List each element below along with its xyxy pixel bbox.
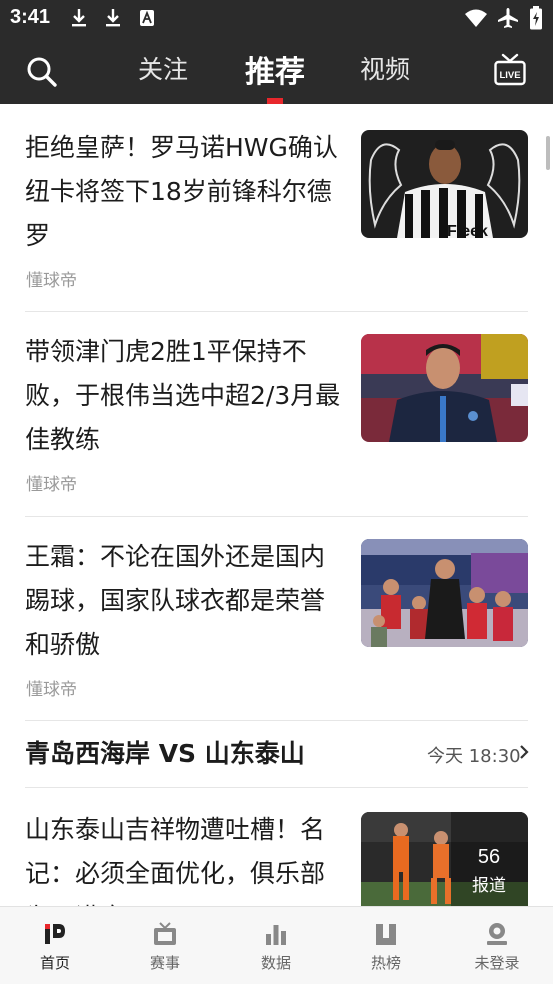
nav-data[interactable]: 数据 — [221, 907, 331, 984]
match-time: 今天 18:30 — [427, 746, 521, 767]
article-item[interactable]: 山东泰山吉祥物遭吐槽！名记：必须全面优化，俱乐部为了满意 56 报道 — [0, 788, 553, 906]
article-source: 懂球帝 — [26, 475, 77, 495]
chevron-right-icon[interactable] — [519, 744, 529, 765]
article-item[interactable]: 王霜：不论在国外还是国内踢球，国家队球衣都是荣誉和骄傲 懂球帝 — [0, 517, 553, 721]
nav-matches-label: 赛事 — [149, 954, 180, 972]
article-title[interactable]: 王霜：不论在国外还是国内踢球，国家队球衣都是荣誉和骄傲 — [25, 535, 343, 667]
nav-data-label: 数据 — [260, 954, 291, 972]
report-badge: 56 报道 — [450, 846, 528, 896]
thumbnail-sponsor-text: Fleek — [447, 223, 488, 238]
nav-matches[interactable]: 赛事 — [110, 907, 220, 984]
tab-video[interactable]: 视频 — [360, 50, 410, 86]
article-source: 懂球帝 — [26, 680, 77, 700]
download-icon — [70, 8, 88, 32]
live-label: LIVE — [499, 70, 520, 81]
article-thumbnail[interactable]: 56 报道 — [361, 812, 528, 906]
tab-recommended[interactable]: 推荐 — [245, 47, 305, 91]
article-source: 懂球帝 — [26, 271, 77, 291]
match-title[interactable]: 青岛西海岸 VS 山东泰山 — [25, 734, 305, 770]
article-title[interactable]: 山东泰山吉祥物遭吐槽！名记：必须全面优化，俱乐部为了满意 — [25, 808, 343, 906]
article-item[interactable]: 带领津门虎2胜1平保持不败，于根伟当选中超2/3月最佳教练 懂球帝 — [0, 312, 553, 517]
article-thumbnail[interactable] — [361, 334, 528, 442]
bar-chart-icon — [263, 921, 289, 947]
nav-hot-list[interactable]: 热榜 — [331, 907, 441, 984]
nav-profile[interactable]: 未登录 — [442, 907, 552, 984]
wifi-icon — [464, 8, 488, 32]
battery-charging-icon — [529, 6, 543, 34]
status-bar: 3:41 — [0, 0, 553, 36]
article-title[interactable]: 带领津门虎2胜1平保持不败，于根伟当选中超2/3月最佳教练 — [25, 330, 343, 462]
app-notification-icon — [138, 8, 156, 32]
nav-profile-label: 未登录 — [474, 954, 520, 972]
hot-list-icon — [373, 921, 399, 947]
search-icon[interactable] — [26, 56, 58, 92]
article-thumbnail[interactable] — [361, 539, 528, 647]
status-time: 3:41 — [10, 6, 51, 28]
report-label: 报道 — [472, 876, 506, 895]
bottom-nav: 首页 赛事 数据 热榜 未登录 — [0, 906, 553, 984]
nav-hot-list-label: 热榜 — [370, 954, 401, 972]
airplane-mode-icon — [497, 7, 519, 33]
download-icon — [104, 8, 122, 32]
dongqiudi-logo-icon — [42, 921, 68, 947]
report-count: 56 — [477, 846, 501, 868]
top-nav: 关注 推荐 视频 LIVE — [0, 36, 553, 104]
nav-home-label: 首页 — [39, 954, 70, 972]
article-item[interactable]: 拒绝皇萨！罗马诺HWG确认纽卡将签下18岁前锋科尔德罗 懂球帝 Fleek — [0, 104, 553, 312]
tv-icon — [152, 921, 178, 947]
live-tv-icon[interactable]: LIVE — [494, 53, 526, 91]
user-icon — [484, 921, 510, 947]
match-card[interactable]: 青岛西海岸 VS 山东泰山 今天 18:30 — [0, 720, 553, 788]
tab-following[interactable]: 关注 — [138, 50, 188, 86]
article-title[interactable]: 拒绝皇萨！罗马诺HWG确认纽卡将签下18岁前锋科尔德罗 — [25, 126, 343, 258]
news-feed: 拒绝皇萨！罗马诺HWG确认纽卡将签下18岁前锋科尔德罗 懂球帝 Fleek 带领… — [0, 104, 553, 906]
nav-home[interactable]: 首页 — [0, 907, 110, 984]
article-thumbnail[interactable]: Fleek — [361, 130, 528, 238]
